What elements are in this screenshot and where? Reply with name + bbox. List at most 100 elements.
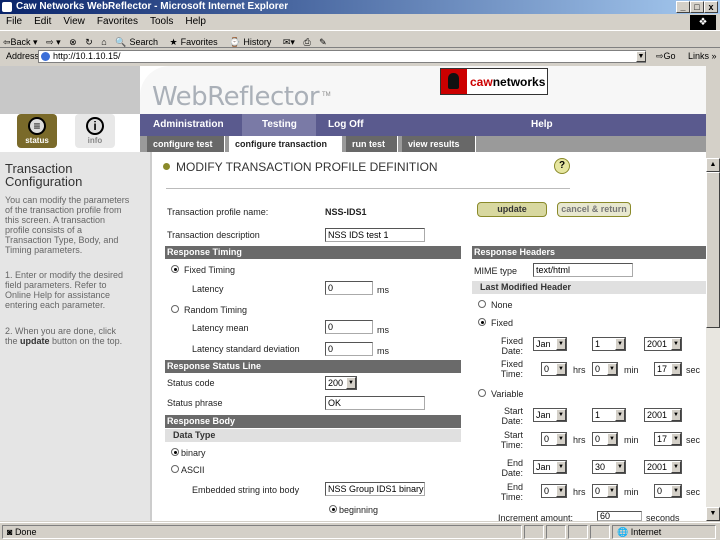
fixed-date-day-select[interactable]: 1 ▼: [592, 337, 626, 351]
start-date-day: 1: [595, 410, 601, 420]
fixed-time-hrs-select[interactable]: 0 ▼: [541, 362, 567, 376]
status-tab[interactable]: ≡ status: [17, 114, 57, 148]
chevron-down-icon: ▼: [615, 461, 625, 473]
end-date-year-select[interactable]: 2001 ▼: [644, 460, 682, 474]
links-button[interactable]: Links »: [688, 51, 717, 61]
latency-unit: ms: [377, 285, 389, 295]
subsection-last-modified: Last Modified Header: [472, 281, 706, 294]
help-icon[interactable]: ?: [554, 158, 570, 174]
fixed-date-year-select[interactable]: 2001 ▼: [644, 337, 682, 351]
latency-label: Latency: [192, 284, 224, 294]
beginning-radio[interactable]: [329, 505, 337, 513]
end-time-hrs-select[interactable]: 0 ▼: [541, 484, 567, 498]
start-date-day-select[interactable]: 1 ▼: [592, 408, 626, 422]
status-code-value: 200: [328, 378, 344, 388]
menu-view[interactable]: View: [57, 14, 91, 29]
end-date-month: Jan: [536, 462, 551, 472]
start-date-year-select[interactable]: 2001 ▼: [644, 408, 682, 422]
end-time-sec-select[interactable]: 0 ▼: [654, 484, 682, 498]
windows-logo-icon: ❖: [690, 15, 716, 30]
menu-help[interactable]: Help: [179, 14, 212, 29]
start-time-min-select[interactable]: 0 ▼: [592, 432, 618, 446]
start-time-label: Start Time:: [500, 430, 523, 450]
embedded-string-input[interactable]: NSS Group IDS1 binary: [325, 482, 425, 496]
start-date-month-select[interactable]: Jan ▼: [533, 408, 567, 422]
random-timing-radio[interactable]: [171, 305, 179, 313]
menu-file[interactable]: File: [0, 14, 28, 29]
latency-mean-input[interactable]: 0: [325, 320, 373, 334]
status-phrase-input[interactable]: OK: [325, 396, 425, 410]
subnav-view-results[interactable]: view results: [402, 136, 476, 152]
menu-edit[interactable]: Edit: [28, 14, 57, 29]
security-zone-panel: 🌐 Internet: [612, 525, 716, 539]
status-panel-4: [590, 525, 610, 539]
vertical-scrollbar[interactable]: ▲ ▼: [706, 158, 720, 521]
end-date-month-select[interactable]: Jan ▼: [533, 460, 567, 474]
chevron-down-icon: ▼: [671, 338, 681, 350]
menu-tools[interactable]: Tools: [144, 14, 179, 29]
scroll-thumb[interactable]: [706, 172, 720, 328]
start-time-min-unit: min: [624, 435, 639, 445]
update-button[interactable]: update: [477, 202, 547, 217]
subnav-configure-transaction[interactable]: configure transaction: [229, 136, 342, 153]
info-tab[interactable]: i info: [75, 114, 115, 148]
beginning-label: beginning: [339, 505, 379, 515]
latency-mean-label: Latency mean: [192, 323, 249, 333]
binary-radio[interactable]: [171, 448, 179, 456]
address-dropdown-arrow[interactable]: ▼: [636, 51, 646, 62]
increment-input[interactable]: 60: [597, 511, 642, 521]
scroll-down-icon[interactable]: ▼: [706, 507, 720, 521]
fixed-time-sec-unit: sec: [686, 365, 701, 375]
lm-fixed-radio[interactable]: [478, 318, 486, 326]
description-input[interactable]: NSS IDS test 1: [325, 228, 425, 242]
help-paragraph-1: You can modify the parameters of the tra…: [5, 195, 130, 255]
caw-logo-icon: [441, 69, 467, 94]
title-divider: [166, 188, 570, 189]
end-date-label: End Date:: [501, 458, 523, 478]
ascii-radio[interactable]: [171, 465, 179, 473]
end-time-min-select[interactable]: 0 ▼: [592, 484, 618, 498]
fixed-date-month-select[interactable]: Jan ▼: [533, 337, 567, 351]
cancel-return-button[interactable]: cancel & return: [557, 202, 631, 217]
go-label: Go: [663, 51, 676, 61]
start-time-hrs-select[interactable]: 0 ▼: [541, 432, 567, 446]
subnav-configure-test[interactable]: configure test: [147, 136, 225, 152]
end-date-year: 2001: [647, 462, 668, 472]
address-input[interactable]: http://10.1.10.15/: [38, 50, 646, 63]
heading-bullet-icon: [163, 163, 170, 170]
help-paragraph-3: 2. When you are done, click the update b…: [5, 326, 130, 346]
fixed-time-sec: 17: [657, 364, 668, 374]
maximize-button[interactable]: □: [690, 1, 704, 13]
lm-variable-radio[interactable]: [478, 389, 486, 397]
caw-logo-caw: caw: [470, 75, 493, 89]
window-title: Caw Networks WebReflector - Microsoft In…: [16, 1, 289, 12]
menu-favorites[interactable]: Favorites: [91, 14, 144, 29]
latency-mean-unit: ms: [377, 325, 389, 335]
start-time-sec-select[interactable]: 17 ▼: [654, 432, 682, 446]
subnav-run-test[interactable]: run test: [346, 136, 398, 152]
nav-testing[interactable]: Testing: [262, 114, 297, 136]
end-date-day-select[interactable]: 30 ▼: [592, 460, 626, 474]
fixed-timing-radio[interactable]: [171, 265, 179, 273]
chevron-down-icon: ▼: [615, 409, 625, 421]
mime-type-input[interactable]: text/html: [533, 263, 633, 277]
go-button[interactable]: ⇨Go: [656, 51, 676, 62]
nav-administration[interactable]: Administration: [153, 114, 224, 136]
left-panel-divider: [150, 152, 152, 521]
status-phrase-label: Status phrase: [167, 398, 223, 408]
nav-help[interactable]: Help: [531, 114, 553, 136]
fixed-time-min-select[interactable]: 0 ▼: [592, 362, 618, 376]
latency-sd-input[interactable]: 0: [325, 342, 373, 356]
lm-none-radio[interactable]: [478, 300, 486, 308]
minimize-button[interactable]: _: [676, 1, 690, 13]
end-time-hrs: 0: [544, 486, 550, 496]
end-time-min-unit: min: [624, 487, 639, 497]
latency-input[interactable]: 0: [325, 281, 373, 295]
scroll-up-icon[interactable]: ▲: [706, 158, 720, 172]
end-time-label: End Time:: [500, 482, 523, 502]
nav-log-off[interactable]: Log Off: [328, 114, 364, 136]
status-code-select[interactable]: 200 ▼: [325, 376, 357, 390]
fixed-time-sec-select[interactable]: 17 ▼: [654, 362, 682, 376]
description-label: Transaction description: [167, 230, 260, 240]
close-button[interactable]: x: [704, 1, 718, 13]
